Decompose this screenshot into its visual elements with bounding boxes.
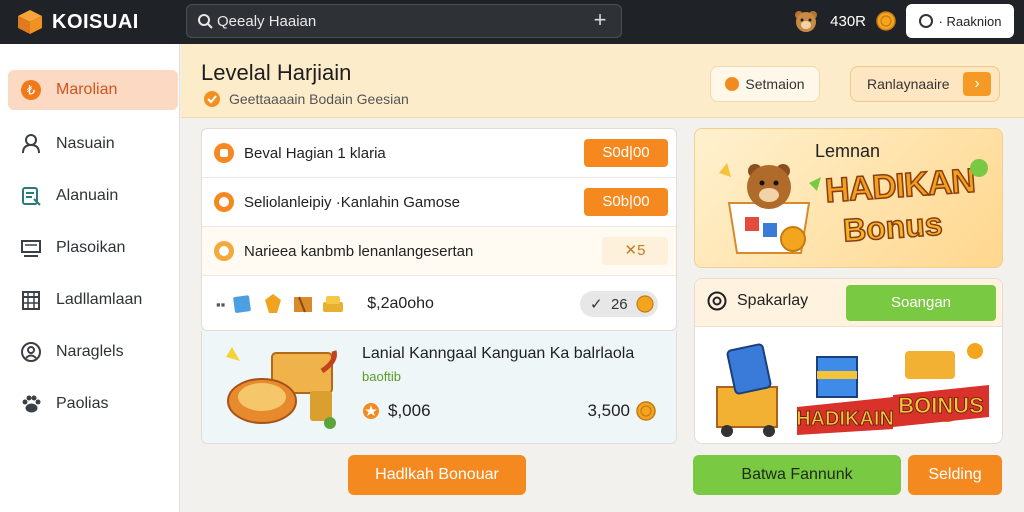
- sidebar-item-label: Paolias: [56, 395, 109, 412]
- monitor-icon: [21, 240, 41, 257]
- app-name: KOISUAI: [52, 10, 139, 33]
- star-coin-icon: [363, 403, 379, 419]
- banner-bonus-text: Bonus: [841, 205, 944, 249]
- search-bar[interactable]: +: [186, 4, 622, 38]
- sidebar-item-label: Plasoikan: [56, 239, 126, 256]
- coin-icon: [636, 295, 654, 313]
- art-hadikan-text: HADIKAIN: [796, 408, 894, 430]
- sidebar-item-label: Naraglels: [56, 343, 124, 360]
- sidebar: ₺ Marolian Nasuain Alanuain Plasoikan La…: [0, 44, 180, 512]
- art-bonus-text: BOINUS: [898, 393, 984, 418]
- page-subtitle-text: Geettaaaain Bodain Geesian: [229, 91, 409, 107]
- svg-text:₺: ₺: [27, 83, 35, 98]
- promo-title: Lanial Kanngaal Kanguan Ka balrlaola: [362, 345, 635, 362]
- page-title: Levelal Harjiain: [201, 60, 352, 85]
- gem-item-icon: [265, 294, 282, 313]
- promo-total: 3,500: [587, 401, 656, 421]
- arrow-right-icon: ›: [963, 72, 991, 96]
- setmaion-button[interactable]: Setmaion: [710, 66, 820, 102]
- box-item-icon: [294, 296, 313, 313]
- promo-price: $,006: [362, 401, 431, 421]
- sidebar-item-naraglels[interactable]: Naraglels: [8, 332, 178, 372]
- top-right-group: 430R · Raaknion: [792, 4, 1014, 38]
- sidebar-item-label: Alanuain: [56, 187, 119, 204]
- batwa-fannunk-button[interactable]: Batwa Fannunk: [693, 455, 901, 495]
- note-icon: [22, 187, 41, 206]
- promo-card[interactable]: Lanial Kanngaal Kanguan Ka balrlaola bao…: [201, 331, 677, 444]
- ranlaynaaire-button[interactable]: Ranlaynaaire ›: [850, 66, 1000, 102]
- reward-multiplier-button[interactable]: ✕5: [602, 237, 668, 265]
- sidebar-item-marolian[interactable]: ₺ Marolian: [8, 70, 178, 110]
- people-icon: [22, 134, 40, 154]
- sidebar-item-label: Marolian: [56, 81, 118, 98]
- reward-claim-button[interactable]: S0b|00: [584, 188, 668, 216]
- sidebar-item-plasoikan[interactable]: Plasoikan: [8, 228, 178, 268]
- banner-heading: Lemnan: [815, 141, 881, 161]
- hadikan-bonus-banner[interactable]: Lemnan HADIKAN Bonus: [694, 128, 1003, 268]
- reward-list: Beval Hagian 1 klaria S0d|00 Seliolanlei…: [201, 128, 677, 331]
- count-check: ✓: [590, 296, 603, 313]
- sidebar-item-alanuain[interactable]: Alanuain: [8, 176, 178, 216]
- coin-badge-icon: [214, 143, 234, 163]
- card-item-icon: [233, 295, 252, 313]
- spakarlay-card: Spakarlay Soangan HADIKAIN BOINUS: [694, 278, 1003, 444]
- check-circle-icon: [204, 91, 220, 107]
- promo-subtitle: baoftib: [362, 369, 402, 384]
- item-count-stepper[interactable]: ✓ 26: [580, 291, 658, 317]
- coin-count: 430R: [830, 12, 866, 30]
- sidebar-item-label: Nasuain: [56, 135, 115, 152]
- treasure-chest-icon: [226, 347, 337, 429]
- sidebar-item-nasuain[interactable]: Nasuain: [8, 124, 178, 164]
- search-input[interactable]: [213, 12, 589, 30]
- reward-claim-button[interactable]: S0d|00: [584, 139, 668, 167]
- promo-price-value: $,006: [388, 401, 431, 420]
- ring-icon: [918, 14, 933, 28]
- reward-row[interactable]: Narieea kanbmb lenanlangesertan ✕5: [202, 227, 676, 276]
- items-row: ▪▪ $,2a0oho ✓ 26: [202, 276, 676, 330]
- coin-icon: ₺: [21, 80, 41, 100]
- coin-icon: [876, 11, 896, 31]
- reward-row[interactable]: Beval Hagian 1 klaria S0d|00: [202, 129, 676, 178]
- promo-total-value: 3,500: [587, 401, 630, 420]
- bear-avatar-icon[interactable]: [792, 7, 820, 35]
- sidebar-item-ladllamlaan[interactable]: Ladllamlaan: [8, 280, 178, 320]
- banner-hadikan-text: HADIKAN: [823, 161, 977, 211]
- calendar-icon: [22, 291, 40, 310]
- top-bar: KOISUAI + 430R · Raaknion: [0, 0, 1024, 44]
- spakarlay-title: Spakarlay: [707, 291, 808, 311]
- soangan-button[interactable]: Soangan: [846, 285, 996, 321]
- plus-icon[interactable]: +: [589, 9, 611, 32]
- setting-button[interactable]: Selding: [908, 455, 1002, 495]
- page-subtitle: Geettaaaain Bodain Geesian: [203, 90, 409, 108]
- sidebar-item-paolias[interactable]: Paolias: [8, 384, 178, 424]
- paw-icon: [22, 395, 41, 413]
- target-icon: [707, 291, 727, 311]
- status-label: · Raaknion: [938, 13, 1002, 29]
- user-icon: [21, 342, 41, 362]
- item-count: 26: [610, 295, 628, 313]
- ranlaynaaire-label: Ranlaynaaire: [867, 76, 950, 92]
- items-dots: ▪▪: [216, 296, 226, 312]
- page-header: Levelal Harjiain Geettaaaain Bodain Gees…: [181, 44, 1024, 118]
- hadikah-bonus-button[interactable]: Hadlkah Bonouar: [348, 455, 526, 495]
- spakarlay-label: Spakarlay: [737, 292, 809, 309]
- badge-icon: [970, 159, 988, 177]
- sidebar-item-label: Ladllamlaan: [56, 291, 143, 308]
- search-icon: [198, 14, 213, 29]
- gold-item-icon: [323, 296, 344, 312]
- items-price: $,2a0oho: [367, 295, 434, 312]
- rewards-illustration: HADIKAIN BOINUS: [716, 343, 989, 437]
- app-logo[interactable]: KOISUAI: [16, 8, 139, 36]
- status-button[interactable]: · Raaknion: [906, 4, 1014, 38]
- reward-row[interactable]: Seliolanleipiy ·Kanlahin Gamose S0b|00: [202, 178, 676, 227]
- setmaion-label: Setmaion: [745, 76, 805, 92]
- spakarlay-header: Spakarlay Soangan: [695, 279, 1002, 327]
- dot-icon: [725, 77, 740, 91]
- coin-badge-icon: [214, 192, 234, 212]
- logo-cube-icon: [18, 10, 42, 34]
- coin-badge-icon: [214, 241, 234, 261]
- bear-mascot-icon: [719, 163, 821, 254]
- coin-icon: [636, 401, 656, 421]
